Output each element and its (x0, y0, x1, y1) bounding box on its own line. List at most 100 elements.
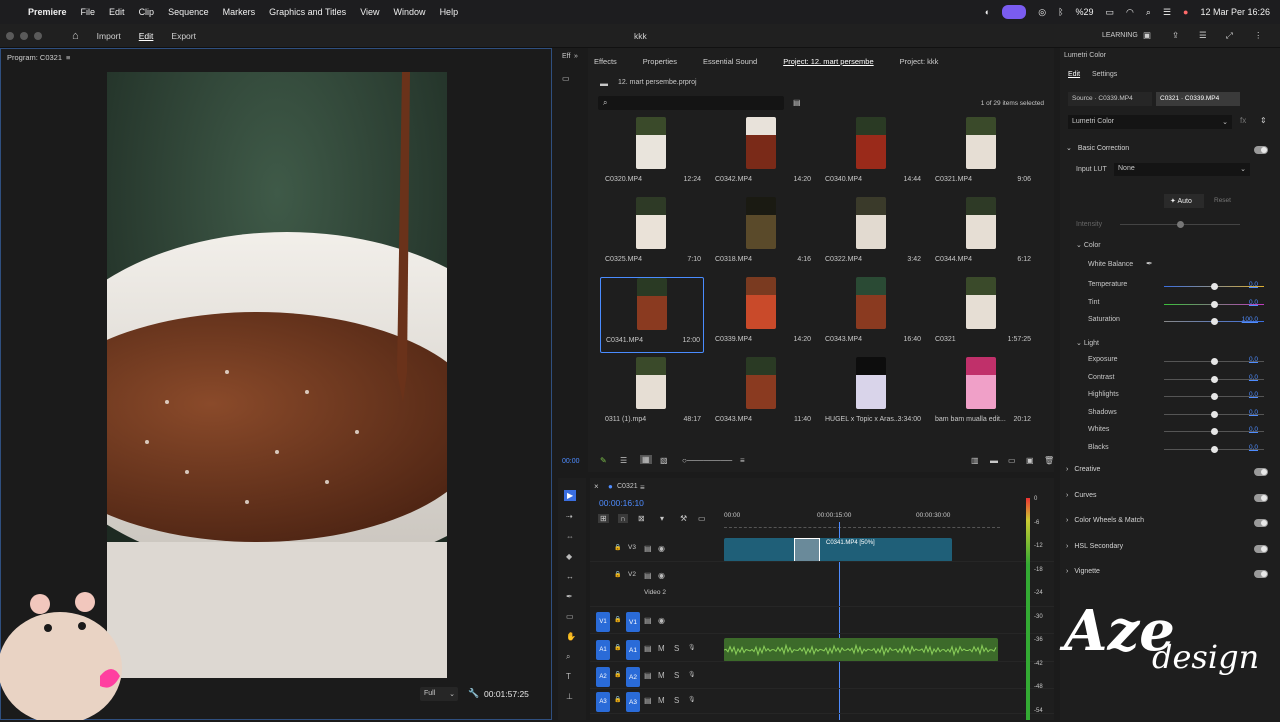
slider-knob[interactable] (1211, 393, 1218, 400)
effect-select[interactable]: Lumetri Color ⌄ (1068, 115, 1232, 129)
media-item[interactable]: C0321.MP4 9:06 (930, 117, 1034, 193)
sync-icon[interactable]: ▤ (644, 696, 652, 705)
source-patch[interactable]: V1 (596, 612, 610, 632)
auto-button[interactable]: ✦ Auto (1164, 194, 1204, 208)
workspace-label[interactable]: LEARNING (1102, 32, 1138, 39)
eye-icon[interactable]: ◉ (658, 616, 665, 625)
media-item[interactable]: C0344.MP4 6:12 (930, 197, 1034, 273)
media-item[interactable]: 0311 (1).mp4 48:17 (600, 357, 704, 433)
media-item[interactable]: C0340.MP4 14:44 (820, 117, 924, 193)
section-3[interactable]: › HSL Secondary (1066, 543, 1272, 557)
slider-row-shadows[interactable]: Shadows 0,0 (1088, 409, 1264, 421)
mute-icon[interactable]: M (658, 671, 665, 680)
screen-record-icon[interactable] (1002, 5, 1027, 19)
lock-icon[interactable]: 🔒 (614, 571, 621, 578)
input-lut-select[interactable]: None ⌄ (1114, 163, 1250, 176)
media-item[interactable]: C0322.MP4 3:42 (820, 197, 924, 273)
close-window-button[interactable] (6, 31, 14, 40)
slider-value[interactable]: 0,0 (1249, 391, 1258, 398)
slider-value[interactable]: 0,0 (1249, 299, 1258, 306)
menu-view[interactable]: View (360, 7, 379, 17)
menu-edit[interactable]: Edit (109, 7, 125, 17)
bluetooth-icon[interactable]: ᛒ (1058, 7, 1063, 17)
effects-tab-short[interactable]: Eff (562, 53, 570, 60)
slider-value[interactable]: 0,0 (1249, 374, 1258, 381)
zoom-icon[interactable]: ⌕ (566, 652, 570, 662)
tab-edit[interactable]: Edit (139, 31, 154, 41)
lock-icon[interactable]: 🔒 (614, 696, 621, 703)
menu-sequence[interactable]: Sequence (168, 7, 209, 17)
slider-knob[interactable] (1211, 283, 1218, 290)
solo-icon[interactable]: S (674, 671, 679, 680)
clear-icon[interactable]: ▣ (1026, 456, 1034, 465)
tab-essential-sound[interactable]: Essential Sound (703, 57, 757, 66)
razor-icon[interactable]: ◆ (566, 552, 572, 561)
workspaces-icon[interactable]: ▣ (1143, 30, 1151, 41)
tab-import[interactable]: Import (97, 31, 121, 41)
slider-knob[interactable] (1211, 375, 1218, 383)
wrench-icon[interactable]: 🔧 (468, 688, 479, 699)
sync-icon[interactable]: ▤ (644, 671, 652, 680)
media-item[interactable]: C0320.MP4 12:24 (600, 117, 704, 193)
eye-icon[interactable]: ◉ (658, 544, 665, 553)
icon-view-icon[interactable]: ▦ (640, 455, 652, 464)
pen-icon[interactable]: ✒ (566, 592, 573, 601)
close-icon[interactable]: × (594, 482, 599, 491)
eyedropper-icon[interactable]: ✒ (1146, 259, 1153, 268)
nest-icon[interactable]: ⊞ (598, 514, 609, 523)
app-menu[interactable]: Premiere (28, 7, 67, 17)
track-select-icon[interactable]: ⇢ (566, 512, 573, 521)
freeform-view-icon[interactable]: ▧ (660, 456, 668, 465)
ripple-edit-icon[interactable]: ⇔ (566, 532, 574, 541)
solo-icon[interactable]: S (674, 696, 679, 705)
slider-value[interactable]: 0,0 (1249, 426, 1258, 433)
fx-icon[interactable]: fx (1240, 116, 1246, 125)
slider-row-exposure[interactable]: Exposure 0,0 (1088, 356, 1264, 368)
slider-row-temperature[interactable]: Temperature 0,0 (1088, 281, 1264, 293)
slider-value[interactable]: 100,0 (1242, 316, 1258, 323)
slider-knob[interactable] (1211, 358, 1218, 365)
section-2[interactable]: › Color Wheels & Match (1066, 517, 1272, 531)
eye-icon[interactable]: ◉ (658, 571, 665, 580)
slider-row-blacks[interactable]: Blacks 0,0 (1088, 444, 1264, 456)
reset-button[interactable]: Reset (1214, 197, 1231, 204)
share-icon[interactable]: ⇪ (1172, 30, 1179, 41)
selection-tool-icon[interactable]: ▶ (564, 490, 577, 501)
slip-icon[interactable]: ↔ (566, 572, 574, 581)
sync-icon[interactable]: ▤ (644, 644, 652, 653)
captions-icon[interactable]: ▭ (698, 514, 706, 523)
trash-icon[interactable]: 🗑 (1044, 456, 1054, 465)
sequence-tab[interactable]: C0321 (617, 483, 638, 490)
media-item[interactable]: C0325.MP4 7:10 (600, 197, 704, 273)
type-icon[interactable]: T (566, 672, 571, 681)
section-4[interactable]: › Vignette (1066, 568, 1272, 582)
sync-icon[interactable]: ▤ (644, 571, 652, 580)
menu-clip[interactable]: Clip (139, 7, 155, 17)
search-input[interactable]: ⌕ (598, 96, 784, 110)
menu-file[interactable]: File (81, 7, 96, 17)
slider-row-contrast[interactable]: Contrast 0,0 (1088, 374, 1264, 386)
marker-icon[interactable]: ▾ (660, 514, 664, 523)
tab-project-kkk[interactable]: Project: kkk (900, 57, 939, 66)
list-view-icon[interactable]: ☰ (620, 456, 627, 465)
media-item[interactable]: C0342.MP4 14:20 (710, 117, 814, 193)
lock-icon[interactable]: 🔒 (614, 644, 621, 651)
time-ruler[interactable]: 00:00 00:00:15:00 00:00:30:00 (724, 512, 1000, 528)
source-patch[interactable]: A3 (596, 692, 610, 712)
menu-window[interactable]: Window (394, 7, 426, 17)
tab-properties[interactable]: Properties (643, 57, 677, 66)
panel-icon[interactable]: ▭ (562, 74, 570, 83)
zoom-select[interactable]: Full ⌄ (420, 687, 458, 701)
automate-icon[interactable]: ▥ (971, 456, 979, 465)
source-patch[interactable]: A1 (596, 640, 610, 660)
media-item[interactable]: C0341.MP4 12:00 (600, 277, 704, 353)
section-toggle[interactable] (1254, 519, 1268, 527)
bin-icon[interactable]: ▤ (793, 98, 801, 107)
collapse-icon[interactable]: ⇕ (1260, 116, 1267, 125)
lock-icon[interactable]: 🔒 (614, 671, 621, 678)
zoom-window-button[interactable] (34, 31, 42, 40)
menu-markers[interactable]: Markers (223, 7, 256, 17)
slider-value[interactable]: 0,0 (1249, 356, 1258, 363)
slider-row-tint[interactable]: Tint 0,0 (1088, 299, 1264, 311)
lumetri-tab-edit[interactable]: Edit (1068, 71, 1080, 78)
